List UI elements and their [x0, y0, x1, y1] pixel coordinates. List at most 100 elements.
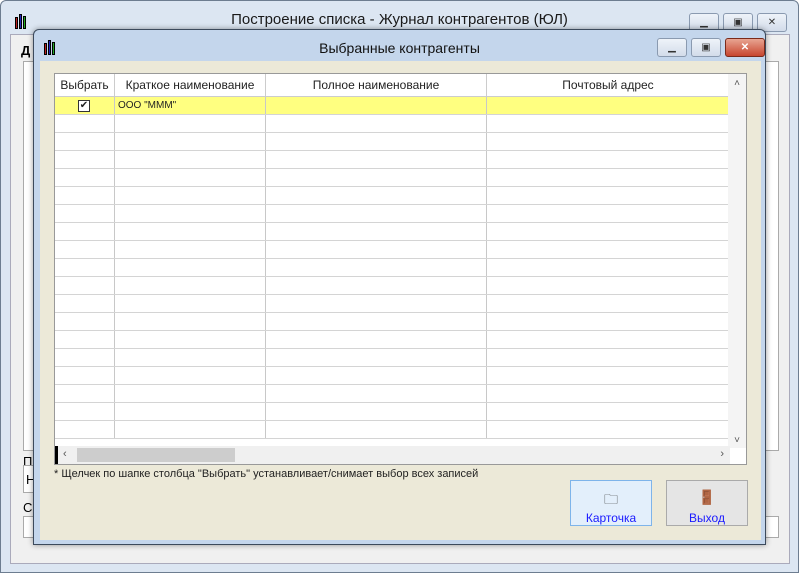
empty-cell [487, 331, 730, 348]
empty-cell [487, 115, 730, 132]
short-name-cell[interactable]: ООО "МММ" [115, 97, 266, 114]
header-select[interactable]: Выбрать [55, 74, 115, 96]
empty-cell [266, 385, 487, 402]
empty-cell [55, 295, 115, 312]
empty-cell [266, 421, 487, 438]
horizontal-scrollbar[interactable]: ‹ › [55, 446, 730, 464]
table-row[interactable] [55, 187, 730, 205]
empty-cell [55, 313, 115, 330]
empty-cell [55, 421, 115, 438]
empty-cell [266, 169, 487, 186]
card-button[interactable]: 🗀 Карточка [570, 480, 652, 526]
table-row[interactable] [55, 223, 730, 241]
empty-cell [55, 241, 115, 258]
empty-cell [266, 241, 487, 258]
header-full-name[interactable]: Полное наименование [266, 74, 487, 96]
empty-cell [487, 421, 730, 438]
header-address[interactable]: Почтовый адрес [487, 74, 730, 96]
table-row[interactable] [55, 169, 730, 187]
table-row[interactable] [55, 367, 730, 385]
empty-cell [487, 151, 730, 168]
full-name-cell[interactable] [266, 97, 487, 114]
empty-cell [266, 151, 487, 168]
card-label: Карточка [585, 511, 637, 525]
empty-cell [266, 223, 487, 240]
empty-cell [115, 115, 266, 132]
window-title: Построение списка - Журнал контрагентов … [231, 11, 568, 28]
empty-cell [487, 133, 730, 150]
exit-button[interactable]: 🚪 Выход [666, 480, 748, 526]
table-row[interactable] [55, 277, 730, 295]
contractors-grid: Выбрать Краткое наименование Полное наим… [54, 73, 747, 465]
table-row[interactable] [55, 241, 730, 259]
empty-cell [115, 403, 266, 420]
empty-cell [55, 367, 115, 384]
header-short-name[interactable]: Краткое наименование [115, 74, 266, 96]
table-row[interactable] [55, 133, 730, 151]
table-row[interactable] [55, 349, 730, 367]
empty-cell [266, 133, 487, 150]
empty-cell [115, 313, 266, 330]
dialog-maximize-button[interactable]: ▣ [691, 38, 721, 57]
empty-cell [266, 367, 487, 384]
empty-cell [487, 169, 730, 186]
empty-cell [266, 277, 487, 294]
empty-cell [487, 187, 730, 204]
grid-header: Выбрать Краткое наименование Полное наим… [55, 74, 730, 97]
empty-cell [487, 403, 730, 420]
empty-cell [55, 259, 115, 276]
empty-cell [266, 115, 487, 132]
table-row[interactable] [55, 205, 730, 223]
empty-cell [55, 223, 115, 240]
exit-label: Выход [689, 511, 725, 525]
empty-cell [55, 277, 115, 294]
table-row[interactable] [55, 421, 730, 439]
empty-cell [55, 349, 115, 366]
card-icon: 🗀 [604, 491, 618, 507]
empty-cell [55, 133, 115, 150]
empty-cell [487, 223, 730, 240]
empty-cell [266, 403, 487, 420]
empty-cell [115, 241, 266, 258]
empty-cell [115, 367, 266, 384]
table-row[interactable]: ✔ ООО "МММ" [55, 97, 730, 115]
empty-cell [487, 385, 730, 402]
empty-cell [115, 277, 266, 294]
empty-cell [55, 205, 115, 222]
empty-cell [115, 421, 266, 438]
empty-cell [115, 151, 266, 168]
table-row[interactable] [55, 295, 730, 313]
empty-cell [266, 313, 487, 330]
empty-cell [487, 241, 730, 258]
table-row[interactable] [55, 385, 730, 403]
empty-cell [266, 295, 487, 312]
table-row[interactable] [55, 259, 730, 277]
table-row[interactable] [55, 331, 730, 349]
empty-cell [487, 349, 730, 366]
address-cell[interactable] [487, 97, 730, 114]
empty-cell [115, 385, 266, 402]
table-row[interactable] [55, 151, 730, 169]
empty-cell [487, 295, 730, 312]
empty-cell [55, 169, 115, 186]
dialog-title: Выбранные контрагенты [319, 40, 480, 56]
select-checkbox[interactable]: ✔ [78, 100, 90, 112]
table-row[interactable] [55, 403, 730, 421]
empty-cell [115, 295, 266, 312]
vertical-scrollbar[interactable]: ˄ ˅ [728, 74, 746, 448]
empty-cell [115, 205, 266, 222]
empty-cell [266, 205, 487, 222]
empty-cell [115, 169, 266, 186]
empty-cell [115, 223, 266, 240]
select-cell[interactable]: ✔ [55, 97, 115, 114]
table-row[interactable] [55, 115, 730, 133]
empty-cell [487, 277, 730, 294]
empty-cell [266, 331, 487, 348]
dialog-minimize-button[interactable]: ▁ [657, 38, 687, 57]
table-row[interactable] [55, 313, 730, 331]
selected-contractors-dialog: Выбранные контрагенты ▁ ▣ ✕ Выбрать Крат… [33, 29, 766, 545]
dialog-close-button[interactable]: ✕ [725, 38, 765, 57]
empty-cell [115, 331, 266, 348]
empty-cell [266, 259, 487, 276]
empty-cell [487, 313, 730, 330]
